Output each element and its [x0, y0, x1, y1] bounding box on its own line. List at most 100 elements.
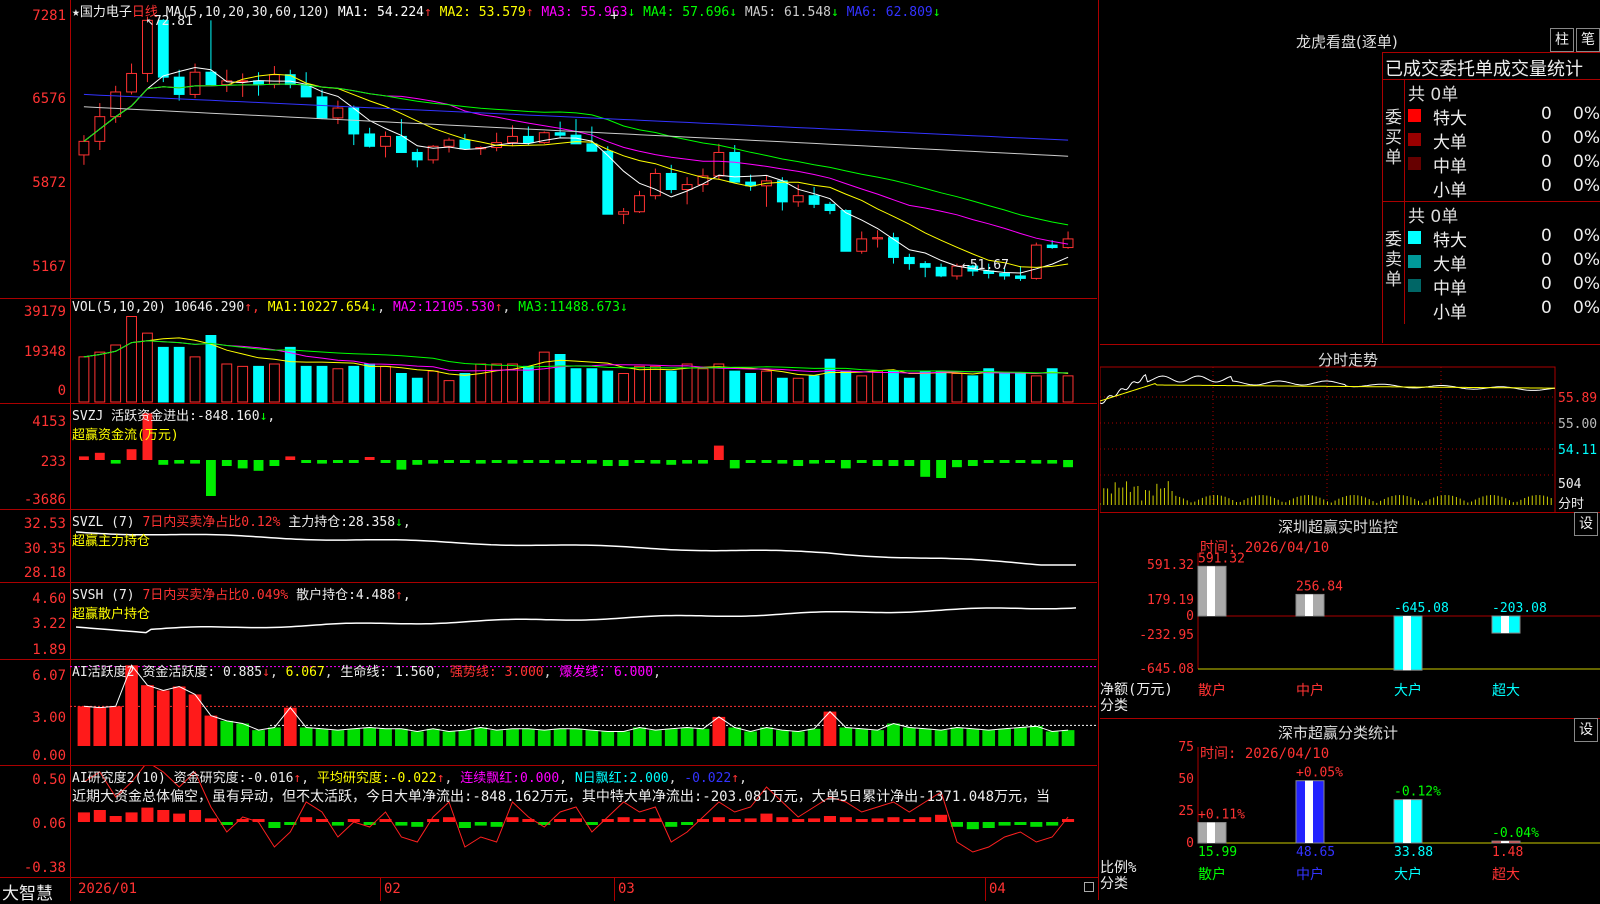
y-label: 0.06 — [32, 816, 66, 832]
svzj-name: SVZJ — [72, 409, 104, 424]
volume-bar — [300, 365, 312, 403]
volume-bar — [94, 351, 106, 403]
research-bar — [728, 819, 741, 822]
fund-flow-bar — [523, 460, 534, 463]
research-bar — [442, 817, 456, 822]
fund-flow-bar — [1047, 460, 1058, 464]
sz-class-cat-label: 分类 — [1100, 876, 1128, 892]
activity-bar — [252, 730, 265, 746]
ma4-value: MA4: 57.696 — [635, 5, 730, 20]
buy-row: 大单 0 0% — [1408, 128, 1600, 153]
column-mode-button[interactable]: 柱 — [1550, 28, 1574, 52]
size-label: 中单 — [1433, 279, 1467, 299]
intraday-panel[interactable]: 分时走势 55.89 55.00 54.11 504 分时 — [1100, 344, 1600, 513]
bar-value-label: 591.32 — [1198, 551, 1245, 566]
research-bar — [776, 817, 789, 822]
candle — [459, 139, 471, 150]
research-bar — [998, 822, 1011, 826]
volume-bar — [411, 377, 423, 403]
fund-flow-bar — [221, 460, 232, 466]
activity-bar — [839, 727, 853, 746]
ma5-value: MA5: 61.548 — [737, 5, 831, 20]
volume-bar — [110, 344, 122, 403]
research-bar — [744, 818, 757, 822]
ai-research-chart[interactable]: AI研究度2(10) 资金研究度:-0.016↑, 平均研究度:-0.022↑,… — [70, 765, 1097, 878]
percent-value: 0% — [1573, 152, 1600, 172]
activity-bar — [569, 728, 583, 746]
candle — [364, 133, 376, 147]
sz-class-panel[interactable]: 深市超赢分类统计 设 时间: 2026/04/10 75 50 25 0 散户 +0.11… — [1100, 718, 1600, 901]
percent-value: 0% — [1573, 104, 1600, 124]
ai-active-name: AI活跃度2 — [72, 665, 135, 680]
category-label: 超大 — [1492, 683, 1520, 699]
activity-bar — [966, 728, 980, 746]
fund-flow-bar — [555, 460, 566, 464]
y-label: 233 — [40, 454, 66, 470]
y-label: 50 — [1178, 772, 1194, 787]
svzj-header: SVZJ 活跃资金进出:-848.160↓, 超赢资金流(万元) — [72, 409, 276, 443]
volume-bar — [713, 363, 725, 403]
vol-ma2-value: 12105.530 — [424, 300, 495, 315]
fund-flow-bar — [237, 460, 248, 469]
volume-bar — [634, 365, 645, 403]
y-label: 0 — [57, 383, 66, 399]
stock-name[interactable]: 国力电子 — [80, 5, 132, 20]
research-bar — [760, 813, 773, 822]
fund-flow-bar — [840, 460, 851, 469]
fund-flow-bar — [475, 460, 486, 464]
fund-flow-bar — [1031, 460, 1042, 464]
research-bar — [982, 822, 995, 828]
volume-bar — [475, 363, 487, 403]
ai-active-chart[interactable]: AI活跃度2 资金活跃度: 0.885↓, 6.067, 生命线: 1.560,… — [70, 659, 1097, 766]
volume-bar — [237, 365, 249, 403]
size-label: 特大 — [1433, 109, 1467, 129]
research-bar — [1030, 822, 1043, 827]
favorite-star-icon[interactable]: ★ — [72, 5, 80, 20]
volume-bar — [967, 375, 979, 403]
color-swatch-icon — [1408, 109, 1421, 122]
activity-bar — [998, 728, 1011, 746]
fund-flow-bar — [317, 460, 327, 464]
volume-chart[interactable]: VOL(5,10,20) 10646.290↑, MA1:10227.654↓,… — [70, 298, 1097, 404]
svzj-chart[interactable]: SVZJ 活跃资金进出:-848.160↓, 超赢资金流(万元) — [70, 403, 1097, 510]
panel-divider — [1098, 0, 1099, 900]
research-bar — [395, 822, 408, 826]
activity-bar — [760, 727, 773, 746]
strong-value: 3.000 — [504, 665, 544, 680]
bar-highlight — [1305, 780, 1313, 843]
sz-monitor-panel[interactable]: 深圳超赢实时监控 设 时间: 2026/04/10 591.32 179.19 0-… — [1100, 512, 1600, 719]
fund-flow-bar — [904, 460, 915, 466]
svzl-header: SVZL (7) 7日内买卖净占比0.12% 主力持仓:28.358↓, 超赢主… — [72, 515, 411, 549]
bar-bottom-value: 33.88 — [1394, 845, 1433, 860]
ai-active-value: 0.885 — [222, 665, 263, 680]
svsh-chart[interactable]: SVSH (7) 7日内买卖净占比0.049% 散户持仓:4.488↑, 超赢散… — [70, 582, 1097, 660]
tick-mode-button[interactable]: 笔 — [1576, 28, 1600, 52]
volume-bar — [681, 363, 693, 403]
fund-flow-bar — [745, 460, 756, 463]
bar-value-label: -0.12% — [1394, 785, 1441, 800]
lock-icon[interactable] — [1084, 882, 1094, 892]
volume-bar — [888, 370, 899, 403]
research-bar — [109, 816, 122, 822]
kline-chart[interactable]: ★国力电子日线 MA(5,10,20,30,60,120) MA1: 54.22… — [70, 0, 1097, 298]
y-label: 6.07 — [32, 668, 66, 684]
fund-flow-bar — [571, 460, 581, 463]
activity-bar — [855, 728, 869, 746]
volume-bar — [602, 370, 614, 403]
svzj-label: 活跃资金进出: — [111, 409, 197, 424]
activity-bar — [172, 686, 186, 746]
y-label: 4.60 — [32, 591, 66, 607]
fund-flow-bar — [777, 460, 788, 464]
fund-flow-bar — [110, 460, 121, 464]
bar-value-label: -0.04% — [1492, 826, 1539, 841]
candle — [856, 238, 868, 252]
svzl-chart[interactable]: SVZL (7) 7日内买卖净占比0.12% 主力持仓:28.358↓, 超赢主… — [70, 509, 1097, 583]
svsh-name: SVSH (7) — [72, 588, 135, 603]
research-bar — [1014, 822, 1027, 825]
research-last-value: -0.022 — [684, 771, 732, 786]
y-label: 75 — [1178, 740, 1194, 755]
fund-flow-bar — [348, 460, 359, 463]
candle — [1015, 275, 1026, 279]
y-label: -3686 — [23, 492, 66, 508]
intraday-y-label: 55.89 — [1558, 391, 1598, 406]
